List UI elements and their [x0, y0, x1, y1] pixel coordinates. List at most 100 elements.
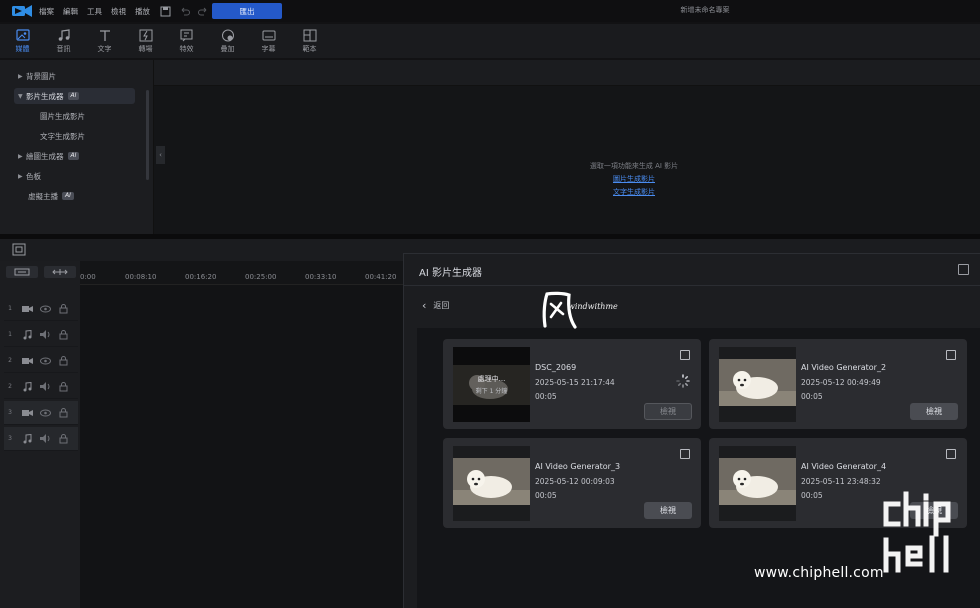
select-checkbox[interactable] [680, 350, 690, 360]
redo-icon[interactable] [197, 5, 209, 17]
eye-icon[interactable] [38, 408, 52, 418]
view-button[interactable]: 檢視 [644, 403, 692, 420]
library-item-label: 繪圖生成器 [26, 151, 64, 161]
select-checkbox[interactable] [946, 449, 956, 459]
text-to-video-link[interactable]: 文字生成影片 [534, 186, 734, 199]
menu-view[interactable]: 檢視 [111, 6, 126, 17]
subtitle-icon [262, 30, 275, 40]
fit-width-icon [52, 269, 68, 275]
tab-text[interactable]: 文字 [84, 24, 125, 58]
save-icon[interactable] [159, 5, 171, 17]
video-name: AI Video Generator_4 [801, 462, 887, 471]
library-item-image-to-video[interactable]: 圖片生成影片 [40, 108, 85, 124]
lock-icon[interactable] [56, 329, 70, 340]
track-row-video-2[interactable]: 2 [4, 349, 78, 373]
view-button[interactable]: 檢視 [644, 502, 692, 519]
ai-badge: AI [67, 152, 80, 160]
app-window: 檔案 編輯 工具 檢視 播放 匯出 新增未命名專案 媒體 音訊 文字 轉場 特效… [0, 0, 980, 608]
video-date: 2025-05-12 00:49:49 [801, 378, 881, 387]
collapse-arrow-icon: ▼ [18, 92, 23, 100]
music-note-icon [20, 433, 34, 444]
menu-edit[interactable]: 編輯 [63, 6, 78, 17]
processing-text: 處理中... [477, 375, 506, 383]
track-number: 1 [8, 305, 12, 312]
track-manager-button[interactable] [6, 266, 38, 278]
tab-media[interactable]: 媒體 [2, 24, 43, 58]
library-item-image-generator[interactable]: ▶ 繪圖生成器 AI [18, 148, 80, 164]
tab-effect[interactable]: 特效 [166, 24, 207, 58]
library-item-text-to-video[interactable]: 文字生成影片 [40, 128, 85, 144]
select-checkbox[interactable] [680, 449, 690, 459]
library-item-label: 虛擬主播 [28, 191, 58, 201]
remaining-time-text: 剩下 1 分鐘 [475, 388, 508, 395]
library-item-virtual-host[interactable]: 虛擬主播 AI [28, 188, 74, 204]
track-row-audio-3[interactable]: 3 [4, 427, 78, 451]
room-toolbar: 媒體 音訊 文字 轉場 特效 疊加 字幕 範本 [0, 24, 980, 58]
lock-icon[interactable] [56, 381, 70, 392]
tab-overlay[interactable]: 疊加 [207, 24, 248, 58]
music-note-icon [20, 329, 34, 340]
lock-icon[interactable] [56, 303, 70, 314]
library-item-backgrounds[interactable]: ▶ 背景圖片 [18, 68, 56, 84]
menu-tools[interactable]: 工具 [87, 6, 102, 17]
image-to-video-link[interactable]: 圖片生成影片 [534, 173, 734, 186]
menu-bar: 檔案 編輯 工具 檢視 播放 匯出 新增未命名專案 [0, 0, 980, 22]
view-button[interactable]: 檢視 [910, 403, 958, 420]
video-name: DSC_2069 [535, 363, 577, 372]
export-button[interactable]: 匯出 [212, 3, 282, 19]
expand-arrow-icon: ▶ [18, 172, 23, 180]
library-scrollbar[interactable] [146, 90, 149, 180]
track-row-video-1[interactable]: 1 [4, 297, 78, 321]
tab-transition[interactable]: 轉場 [125, 24, 166, 58]
template-icon [303, 29, 316, 41]
storyboard-icon[interactable] [12, 243, 26, 256]
select-checkbox[interactable] [946, 350, 956, 360]
video-duration: 00:05 [535, 491, 557, 500]
video-card[interactable]: AI Video Generator_2 2025-05-12 00:49:49… [709, 339, 967, 429]
eye-icon[interactable] [38, 304, 52, 314]
tab-media-label: 媒體 [15, 44, 30, 53]
lock-icon[interactable] [56, 407, 70, 418]
library-item-color-board[interactable]: ▶ 色板 [18, 168, 41, 184]
speaker-icon[interactable] [38, 382, 52, 392]
track-row-audio-1[interactable]: 1 [4, 323, 78, 347]
dialog-header: AI 影片生成器 [404, 254, 980, 286]
library-item-label: 色板 [26, 171, 41, 181]
tab-subtitle[interactable]: 字幕 [248, 24, 289, 58]
chevron-left-icon: ‹ [159, 151, 162, 159]
tab-text-label: 文字 [97, 44, 112, 53]
speaker-icon[interactable] [38, 330, 52, 340]
preview-panel: ‹ 選取一項功能來生成 AI 影片 圖片生成影片 文字生成影片 [154, 60, 980, 234]
collapse-library-button[interactable]: ‹ [156, 146, 165, 164]
transition-icon [139, 29, 152, 41]
fit-timeline-button[interactable] [44, 266, 76, 278]
tab-audio[interactable]: 音訊 [43, 24, 84, 58]
tab-transition-label: 轉場 [138, 44, 153, 53]
chevron-left-icon: ‹ [422, 298, 427, 312]
dialog-title: AI 影片生成器 [419, 268, 482, 279]
library-item-label: 圖片生成影片 [40, 111, 85, 121]
maximize-icon[interactable] [958, 264, 969, 275]
eye-icon[interactable] [38, 356, 52, 366]
back-button[interactable]: ‹ 返回 [422, 298, 449, 312]
lock-icon[interactable] [56, 355, 70, 366]
overlay-icon [221, 29, 234, 41]
tab-overlay-label: 疊加 [220, 44, 235, 53]
menu-file[interactable]: 檔案 [39, 6, 54, 17]
tab-template[interactable]: 範本 [289, 24, 330, 58]
menu-play[interactable]: 播放 [135, 6, 150, 17]
track-row-audio-2[interactable]: 2 [4, 375, 78, 399]
track-number: 2 [8, 383, 12, 390]
undo-icon[interactable] [178, 5, 190, 17]
track-number: 2 [8, 357, 12, 364]
video-date: 2025-05-11 23:48:32 [801, 477, 881, 486]
track-row-video-3[interactable]: 3 [4, 401, 78, 425]
video-card[interactable]: 處理中... 剩下 1 分鐘 DSC_2069 2025-05-15 21:17… [443, 339, 701, 429]
preview-header [154, 60, 980, 86]
library-item-video-generator[interactable]: ▼ 影片生成器 AI [14, 88, 135, 104]
video-date: 2025-05-12 00:09:03 [535, 477, 615, 486]
video-card[interactable]: AI Video Generator_3 2025-05-12 00:09:03… [443, 438, 701, 528]
library-item-label: 背景圖片 [26, 71, 56, 81]
speaker-icon[interactable] [38, 434, 52, 444]
lock-icon[interactable] [56, 433, 70, 444]
